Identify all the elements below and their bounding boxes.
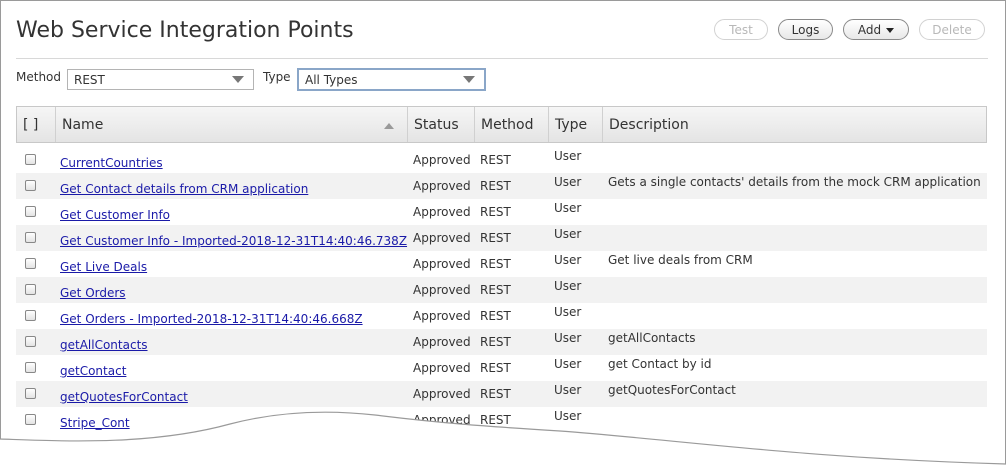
row-description: get Contact by id [608, 357, 712, 371]
row-status: Approved [413, 205, 471, 219]
row-checkbox[interactable] [25, 310, 36, 321]
row-type: User [554, 383, 582, 397]
method-select[interactable]: REST [67, 69, 254, 90]
table-row[interactable]: Get Customer Info Approved REST User [16, 199, 987, 225]
row-method: REST [480, 361, 511, 375]
table-row[interactable]: Get Customer Info - Imported-2018-12-31T… [16, 225, 987, 251]
test-button[interactable]: Test [714, 19, 768, 40]
row-method: REST [480, 257, 511, 271]
row-checkbox[interactable] [25, 284, 36, 295]
add-button[interactable]: Add [843, 19, 909, 40]
row-type: User [554, 227, 582, 241]
row-type: User [554, 305, 582, 319]
page-title: Web Service Integration Points [16, 18, 354, 43]
row-checkbox[interactable] [25, 180, 36, 191]
row-checkbox[interactable] [25, 206, 36, 217]
row-method: REST [480, 153, 511, 167]
select-all-header[interactable]: [ ] [17, 107, 55, 142]
delete-button[interactable]: Delete [919, 19, 985, 40]
row-status: Approved [413, 361, 471, 375]
row-status: Approved [413, 387, 471, 401]
row-checkbox[interactable] [25, 414, 36, 425]
row-type: User [554, 201, 582, 215]
row-checkbox[interactable] [25, 154, 36, 165]
row-checkbox[interactable] [25, 388, 36, 399]
table-body: CurrentCountries Approved REST User Get Cont… [16, 147, 987, 433]
row-method: REST [480, 309, 511, 323]
row-type: User [554, 253, 582, 267]
type-select-value: All Types [305, 72, 358, 87]
method-filter-label: Method [16, 70, 62, 84]
row-method: REST [480, 283, 511, 297]
chevron-down-icon [886, 27, 895, 33]
method-select-value: REST [74, 72, 105, 87]
row-status: Approved [413, 257, 471, 271]
table-row[interactable]: Get Contact details from CRM application… [16, 173, 987, 199]
table-row[interactable]: getContact Approved REST User get Contact by… [16, 355, 987, 381]
table-row[interactable]: Stripe_Cont Approved REST User [16, 407, 987, 433]
name-header-label: Name [62, 117, 104, 133]
row-method: REST [480, 205, 511, 219]
row-status: Approved [413, 413, 471, 427]
row-status: Approved [413, 335, 471, 349]
row-method: REST [480, 179, 511, 193]
integration-points-table: [ ] Name Status Method Type Description … [16, 106, 987, 433]
row-type: User [554, 357, 582, 371]
header-divider [16, 58, 988, 59]
row-checkbox[interactable] [25, 232, 36, 243]
row-status: Approved [413, 231, 471, 245]
method-column-header[interactable]: Method [474, 107, 548, 142]
row-checkbox[interactable] [25, 336, 36, 347]
description-column-header[interactable]: Description [602, 107, 986, 142]
row-description: getQuotesForContact [608, 383, 736, 397]
status-column-header[interactable]: Status [407, 107, 474, 142]
dropdown-arrow-icon [463, 76, 475, 83]
row-status: Approved [413, 153, 471, 167]
row-checkbox[interactable] [25, 258, 36, 269]
sort-ascending-icon [384, 123, 394, 129]
row-type: User [554, 149, 582, 163]
add-button-label: Add [857, 22, 882, 37]
type-filter-label: Type [263, 70, 291, 84]
logs-button[interactable]: Logs [778, 19, 833, 40]
row-type: User [554, 175, 582, 189]
table-row[interactable]: Get Orders - Imported-2018-12-31T14:40:4… [16, 303, 987, 329]
row-status: Approved [413, 283, 471, 297]
table-row[interactable]: getAllContacts Approved REST User getAllCont… [16, 329, 987, 355]
row-description: Gets a single contacts' details from the… [608, 175, 981, 189]
row-checkbox[interactable] [25, 362, 36, 373]
row-description: Get live deals from CRM [608, 253, 753, 267]
row-status: Approved [413, 309, 471, 323]
type-column-header[interactable]: Type [548, 107, 602, 142]
table-header: [ ] Name Status Method Type Description [16, 106, 987, 143]
row-method: REST [480, 413, 511, 427]
row-type: User [554, 409, 582, 423]
row-status: Approved [413, 179, 471, 193]
table-row[interactable]: Get Live Deals Approved REST User Get live d… [16, 251, 987, 277]
dropdown-arrow-icon [232, 76, 244, 83]
row-type: User [554, 279, 582, 293]
row-description: getAllContacts [608, 331, 696, 345]
row-method: REST [480, 387, 511, 401]
table-row[interactable]: Get Orders Approved REST User [16, 277, 987, 303]
row-type: User [554, 331, 582, 345]
row-method: REST [480, 231, 511, 245]
name-column-header[interactable]: Name [55, 107, 407, 142]
row-method: REST [480, 335, 511, 349]
row-name-link[interactable]: Stripe_Cont [60, 410, 130, 436]
type-select[interactable]: All Types [297, 68, 486, 91]
table-row[interactable]: getQuotesForContact Approved REST User getQu… [16, 381, 987, 407]
